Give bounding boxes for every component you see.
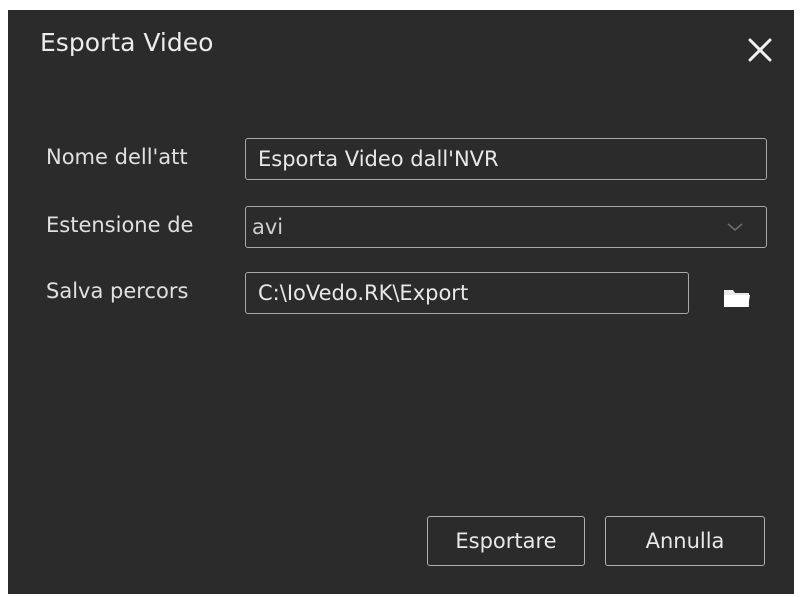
dialog-title: Esporta Video [40, 28, 214, 57]
file-name-value: Esporta Video dall'NVR [258, 147, 499, 171]
close-button[interactable] [744, 34, 776, 66]
close-icon [748, 38, 772, 62]
export-video-dialog: Esporta Video Nome dell'att Esporta Vide… [8, 10, 794, 594]
file-name-label: Nome dell'att [46, 145, 188, 169]
file-name-input[interactable]: Esporta Video dall'NVR [245, 138, 767, 180]
save-path-value: C:\IoVedo.RK\Export [258, 281, 469, 305]
save-path-label: Salva percors [46, 279, 189, 303]
file-extension-label: Estensione de [46, 213, 194, 237]
save-path-input[interactable]: C:\IoVedo.RK\Export [245, 272, 689, 314]
export-button[interactable]: Esportare [427, 516, 585, 566]
file-extension-value: avi [252, 215, 284, 239]
chevron-down-icon [727, 223, 743, 231]
browse-folder-button[interactable] [722, 286, 752, 310]
folder-icon [724, 290, 750, 307]
file-extension-select[interactable]: avi [245, 206, 767, 248]
cancel-button[interactable]: Annulla [605, 516, 765, 566]
